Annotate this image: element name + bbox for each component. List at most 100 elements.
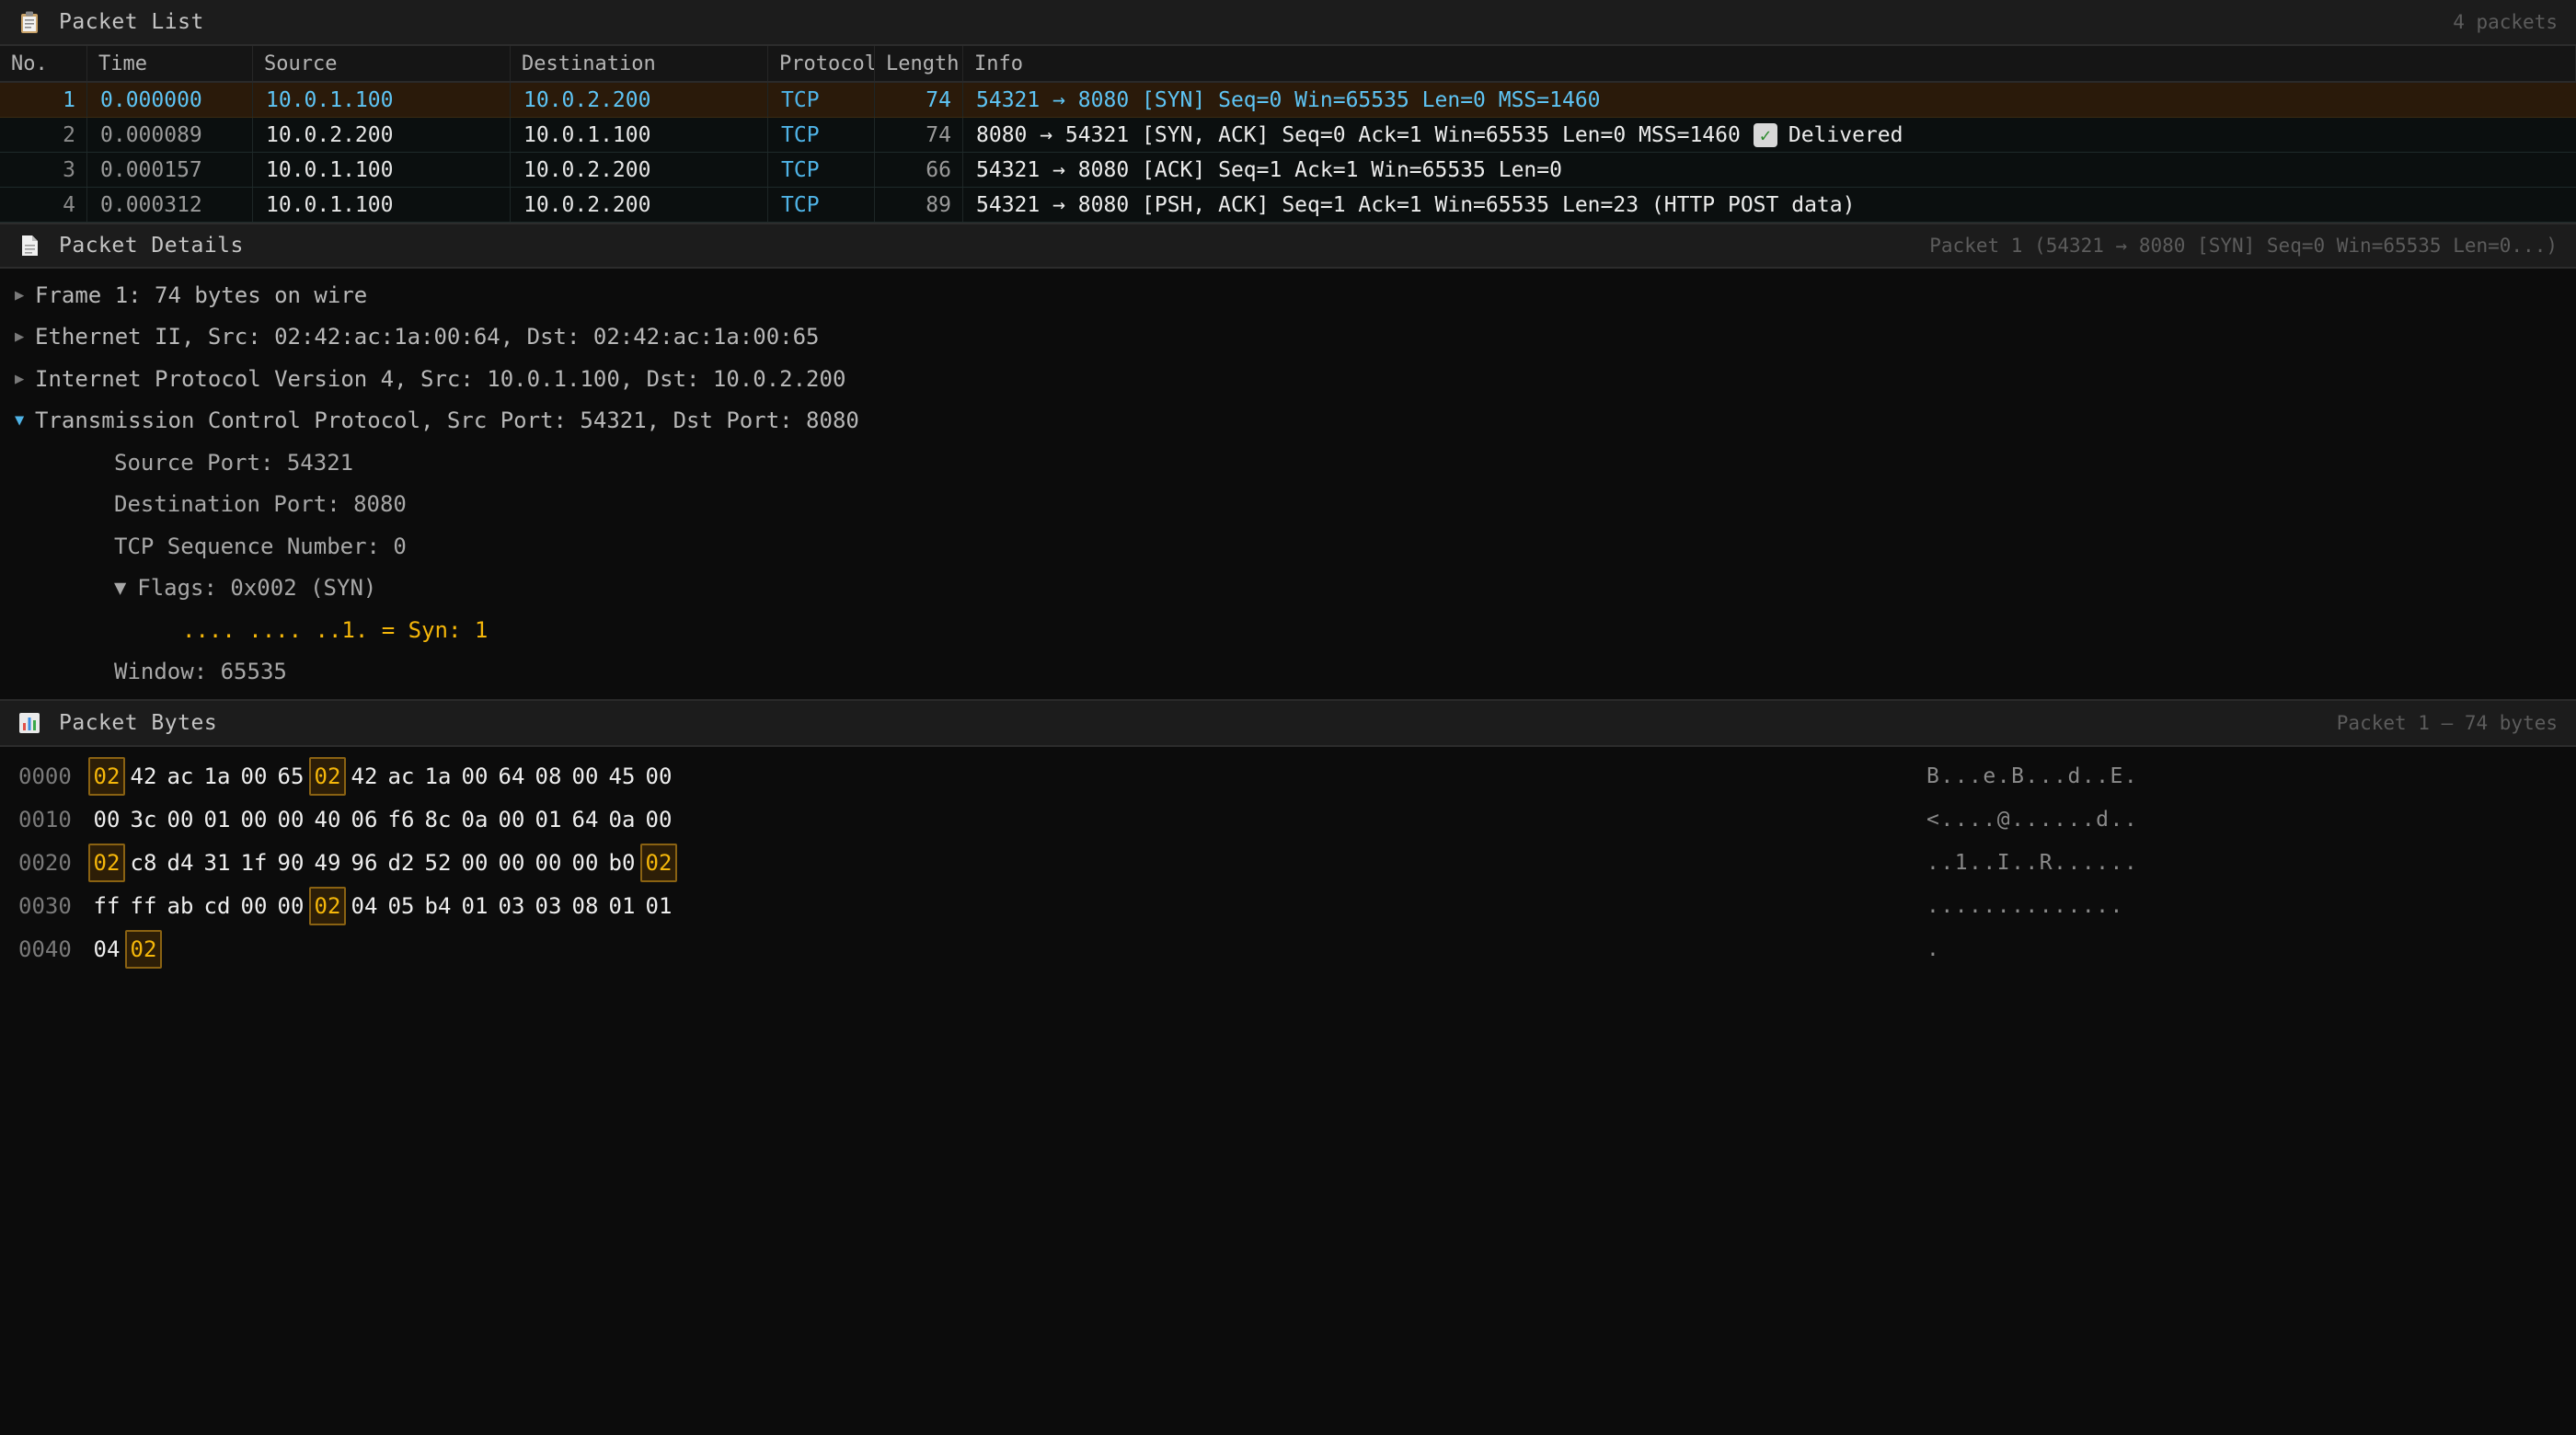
packet-row[interactable]: 3 0.000157 10.0.1.100 10.0.2.200 TCP 66 … [0,153,2576,188]
column-protocol[interactable]: Protocol [768,46,875,81]
hex-byte[interactable]: 96 [346,844,383,882]
hex-byte[interactable]: 02 [125,929,162,969]
hex-byte[interactable]: 02 [88,843,125,882]
hex-byte[interactable]: 06 [346,800,383,839]
packet-info-text: 8080 → 54321 [SYN, ACK] Seq=0 Ack=1 Win=… [976,122,1741,147]
hex-byte[interactable]: 00 [640,800,677,839]
hex-byte[interactable]: 02 [309,886,346,925]
hex-byte[interactable]: 02 [640,843,677,882]
hex-byte[interactable]: 00 [456,844,493,882]
hex-byte[interactable]: 00 [162,800,199,839]
hex-byte[interactable]: 3c [125,800,162,839]
tree-node-tcp[interactable]: ▼ Transmission Control Protocol, Src Por… [0,400,2576,442]
hex-byte[interactable]: 00 [640,757,677,796]
hex-byte[interactable]: 64 [567,800,604,839]
hex-byte[interactable]: 01 [199,800,236,839]
hex-byte[interactable]: 08 [567,887,604,925]
hex-byte[interactable]: 01 [640,887,677,925]
hex-byte[interactable]: 00 [88,800,125,839]
hex-byte[interactable]: 05 [383,887,420,925]
hex-byte[interactable]: 0a [604,800,640,839]
hex-byte[interactable]: 04 [88,930,125,969]
hex-byte[interactable]: cd [199,887,236,925]
hex-byte[interactable]: 64 [493,757,530,796]
packet-row[interactable]: 4 0.000312 10.0.1.100 10.0.2.200 TCP 89 … [0,188,2576,223]
hex-byte[interactable]: 40 [309,800,346,839]
hex-byte[interactable]: 03 [530,887,567,925]
hex-byte[interactable]: b0 [604,844,640,882]
column-length[interactable]: Length [875,46,963,81]
hex-byte[interactable]: 42 [125,757,162,796]
expand-arrow-icon[interactable]: ▶ [15,327,31,346]
tree-node-frame[interactable]: ▶ Frame 1: 74 bytes on wire [0,274,2576,316]
column-time[interactable]: Time [87,46,253,81]
hex-byte[interactable]: 90 [272,844,309,882]
hex-byte[interactable]: 00 [236,887,272,925]
hex-byte[interactable]: ff [125,887,162,925]
hex-byte[interactable]: d2 [383,844,420,882]
tcp-flags[interactable]: ▼ Flags: 0x002 (SYN) [0,568,2576,610]
column-info[interactable]: Info [963,46,2576,81]
hex-byte[interactable]: 02 [309,756,346,796]
collapse-arrow-icon[interactable]: ▼ [15,411,31,430]
hex-byte[interactable]: 08 [530,757,567,796]
hex-byte[interactable]: 00 [493,844,530,882]
hex-byte[interactable]: 1a [199,757,236,796]
tree-node-label: Ethernet II, Src: 02:42:ac:1a:00:64, Dst… [35,324,820,350]
hex-byte[interactable]: 65 [272,757,309,796]
tree-node-ethernet[interactable]: ▶ Ethernet II, Src: 02:42:ac:1a:00:64, D… [0,316,2576,359]
hex-byte[interactable]: c8 [125,844,162,882]
packet-row[interactable]: 1 0.000000 10.0.1.100 10.0.2.200 TCP 74 … [0,83,2576,118]
hex-byte[interactable]: 00 [567,757,604,796]
packet-list-title: Packet List [59,10,204,34]
hex-byte[interactable]: 8c [420,800,456,839]
hex-byte[interactable]: ff [88,887,125,925]
hex-byte[interactable]: 04 [346,887,383,925]
hex-byte[interactable]: 00 [456,757,493,796]
field-label: Window: 65535 [114,659,287,685]
hex-byte[interactable]: 00 [236,800,272,839]
expand-arrow-icon[interactable]: ▶ [15,286,31,304]
hex-byte[interactable]: 1a [420,757,456,796]
hex-byte[interactable]: 00 [493,800,530,839]
column-destination[interactable]: Destination [511,46,768,81]
hex-byte[interactable]: 52 [420,844,456,882]
hex-byte[interactable]: d4 [162,844,199,882]
hex-byte[interactable]: 03 [493,887,530,925]
hex-byte[interactable]: 01 [604,887,640,925]
hex-byte[interactable]: f6 [383,800,420,839]
hex-byte[interactable]: 0a [456,800,493,839]
hex-byte[interactable]: b4 [420,887,456,925]
hex-byte[interactable]: 00 [272,887,309,925]
hex-byte[interactable]: 01 [456,887,493,925]
packet-no: 4 [0,188,87,222]
tcp-sequence-number[interactable]: TCP Sequence Number: 0 [0,525,2576,568]
tree-node-ip[interactable]: ▶ Internet Protocol Version 4, Src: 10.0… [0,358,2576,400]
hex-byte[interactable]: 01 [530,800,567,839]
column-source[interactable]: Source [253,46,511,81]
hex-byte[interactable]: 31 [199,844,236,882]
hex-byte[interactable]: 00 [530,844,567,882]
tcp-source-port[interactable]: Source Port: 54321 [0,442,2576,484]
hex-byte[interactable]: 02 [88,756,125,796]
tcp-destination-port[interactable]: Destination Port: 8080 [0,484,2576,526]
packet-time: 0.000000 [87,83,253,117]
packet-info-text: 54321 → 8080 [ACK] Seq=1 Ack=1 Win=65535… [976,157,1562,182]
expand-arrow-icon[interactable]: ▶ [15,370,31,388]
hex-byte[interactable]: ac [383,757,420,796]
tcp-window[interactable]: Window: 65535 [0,651,2576,694]
hex-byte[interactable]: 00 [272,800,309,839]
hex-byte[interactable]: 00 [236,757,272,796]
tcp-flag-syn[interactable]: .... .... ..1. = Syn: 1 [0,609,2576,651]
hex-byte[interactable]: ab [162,887,199,925]
column-no[interactable]: No. [0,46,87,81]
hex-byte[interactable]: 1f [236,844,272,882]
packet-destination: 10.0.1.100 [511,118,768,152]
collapse-arrow-icon[interactable]: ▼ [114,577,126,600]
hex-byte[interactable]: 45 [604,757,640,796]
hex-byte[interactable]: ac [162,757,199,796]
hex-byte[interactable]: 42 [346,757,383,796]
hex-byte[interactable]: 49 [309,844,346,882]
packet-row[interactable]: 2 0.000089 10.0.2.200 10.0.1.100 TCP 74 … [0,118,2576,153]
hex-byte[interactable]: 00 [567,844,604,882]
